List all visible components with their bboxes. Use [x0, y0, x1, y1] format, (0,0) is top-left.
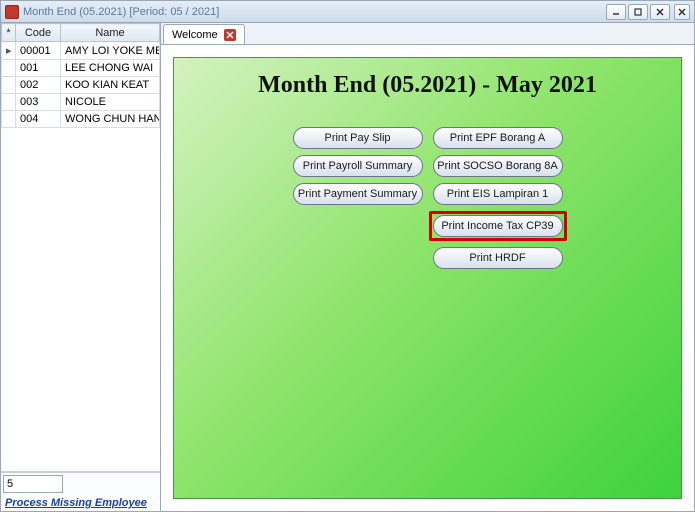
tabstrip: Welcome — [161, 23, 694, 45]
row-indicator — [2, 111, 16, 128]
app-window: Month End (05.2021) [Period: 05 / 2021] — [0, 0, 695, 512]
print-eis-button[interactable]: Print EIS Lampiran 1 — [433, 183, 563, 205]
grid-header-name[interactable]: Name — [61, 24, 160, 42]
window-close-outer-button[interactable] — [674, 4, 690, 20]
maximize-button[interactable] — [628, 4, 648, 20]
tab-welcome[interactable]: Welcome — [163, 24, 245, 44]
close-button[interactable] — [650, 4, 670, 20]
maximize-icon — [633, 7, 643, 17]
panel-title: Month End (05.2021) - May 2021 — [174, 72, 681, 99]
table-row[interactable]: 004WONG CHUN HAN — [2, 111, 160, 128]
cell-name: LEE CHONG WAI — [61, 60, 160, 77]
process-missing-employee-link[interactable]: Process Missing Employee — [1, 495, 160, 511]
cell-name: AMY LOI YOKE MEI — [61, 42, 160, 60]
main-area: Welcome Month End (05.2021) - May 2021 P… — [161, 23, 694, 511]
cell-code: 003 — [16, 94, 61, 111]
highlight-box: Print Income Tax CP39 — [429, 211, 567, 241]
print-pay-slip-button[interactable]: Print Pay Slip — [293, 127, 423, 149]
row-indicator — [2, 60, 16, 77]
month-end-panel: Month End (05.2021) - May 2021 Print Pay… — [173, 57, 682, 499]
cell-name: KOO KIAN KEAT — [61, 77, 160, 94]
row-indicator — [2, 94, 16, 111]
minimize-button[interactable] — [606, 4, 626, 20]
row-indicator — [2, 77, 16, 94]
app-icon — [5, 5, 19, 19]
cell-code: 002 — [16, 77, 61, 94]
table-row[interactable]: 002KOO KIAN KEAT — [2, 77, 160, 94]
print-payment-summary-button[interactable]: Print Payment Summary — [293, 183, 423, 205]
grid-header-marker[interactable]: * — [2, 24, 16, 42]
titlebar: Month End (05.2021) [Period: 05 / 2021] — [1, 1, 694, 23]
grid-header-row: * Code Name — [2, 24, 160, 42]
tab-label: Welcome — [172, 29, 218, 41]
grid-count-row — [1, 472, 160, 495]
close-icon — [677, 7, 687, 17]
cell-name: NICOLE — [61, 94, 160, 111]
cell-code: 001 — [16, 60, 61, 77]
employee-grid-wrap: * Code Name ▸00001AMY LOI YOKE MEI001LEE… — [1, 23, 160, 472]
cell-code: 00001 — [16, 42, 61, 60]
close-icon — [655, 7, 665, 17]
close-icon — [226, 31, 234, 39]
table-row[interactable]: 003NICOLE — [2, 94, 160, 111]
print-socso-button[interactable]: Print SOCSO Borang 8A — [433, 155, 563, 177]
employee-grid[interactable]: * Code Name ▸00001AMY LOI YOKE MEI001LEE… — [1, 23, 160, 128]
record-count-input[interactable] — [3, 475, 63, 493]
window-title: Month End (05.2021) [Period: 05 / 2021] — [23, 6, 219, 18]
row-indicator: ▸ — [2, 42, 16, 60]
print-income-tax-button[interactable]: Print Income Tax CP39 — [433, 215, 563, 237]
body: * Code Name ▸00001AMY LOI YOKE MEI001LEE… — [1, 23, 694, 511]
tab-close-button[interactable] — [224, 29, 236, 41]
print-hrdf-button[interactable]: Print HRDF — [433, 247, 563, 269]
minimize-icon — [611, 7, 621, 17]
cell-name: WONG CHUN HAN — [61, 111, 160, 128]
print-payroll-summary-button[interactable]: Print Payroll Summary — [293, 155, 423, 177]
table-row[interactable]: 001LEE CHONG WAI — [2, 60, 160, 77]
sidebar: * Code Name ▸00001AMY LOI YOKE MEI001LEE… — [1, 23, 161, 511]
grid-header-code[interactable]: Code — [16, 24, 61, 42]
cell-code: 004 — [16, 111, 61, 128]
table-row[interactable]: ▸00001AMY LOI YOKE MEI — [2, 42, 160, 60]
button-grid: Print Pay Slip Print EPF Borang A Print … — [174, 127, 681, 269]
print-epf-button[interactable]: Print EPF Borang A — [433, 127, 563, 149]
content-area: Month End (05.2021) - May 2021 Print Pay… — [161, 45, 694, 511]
